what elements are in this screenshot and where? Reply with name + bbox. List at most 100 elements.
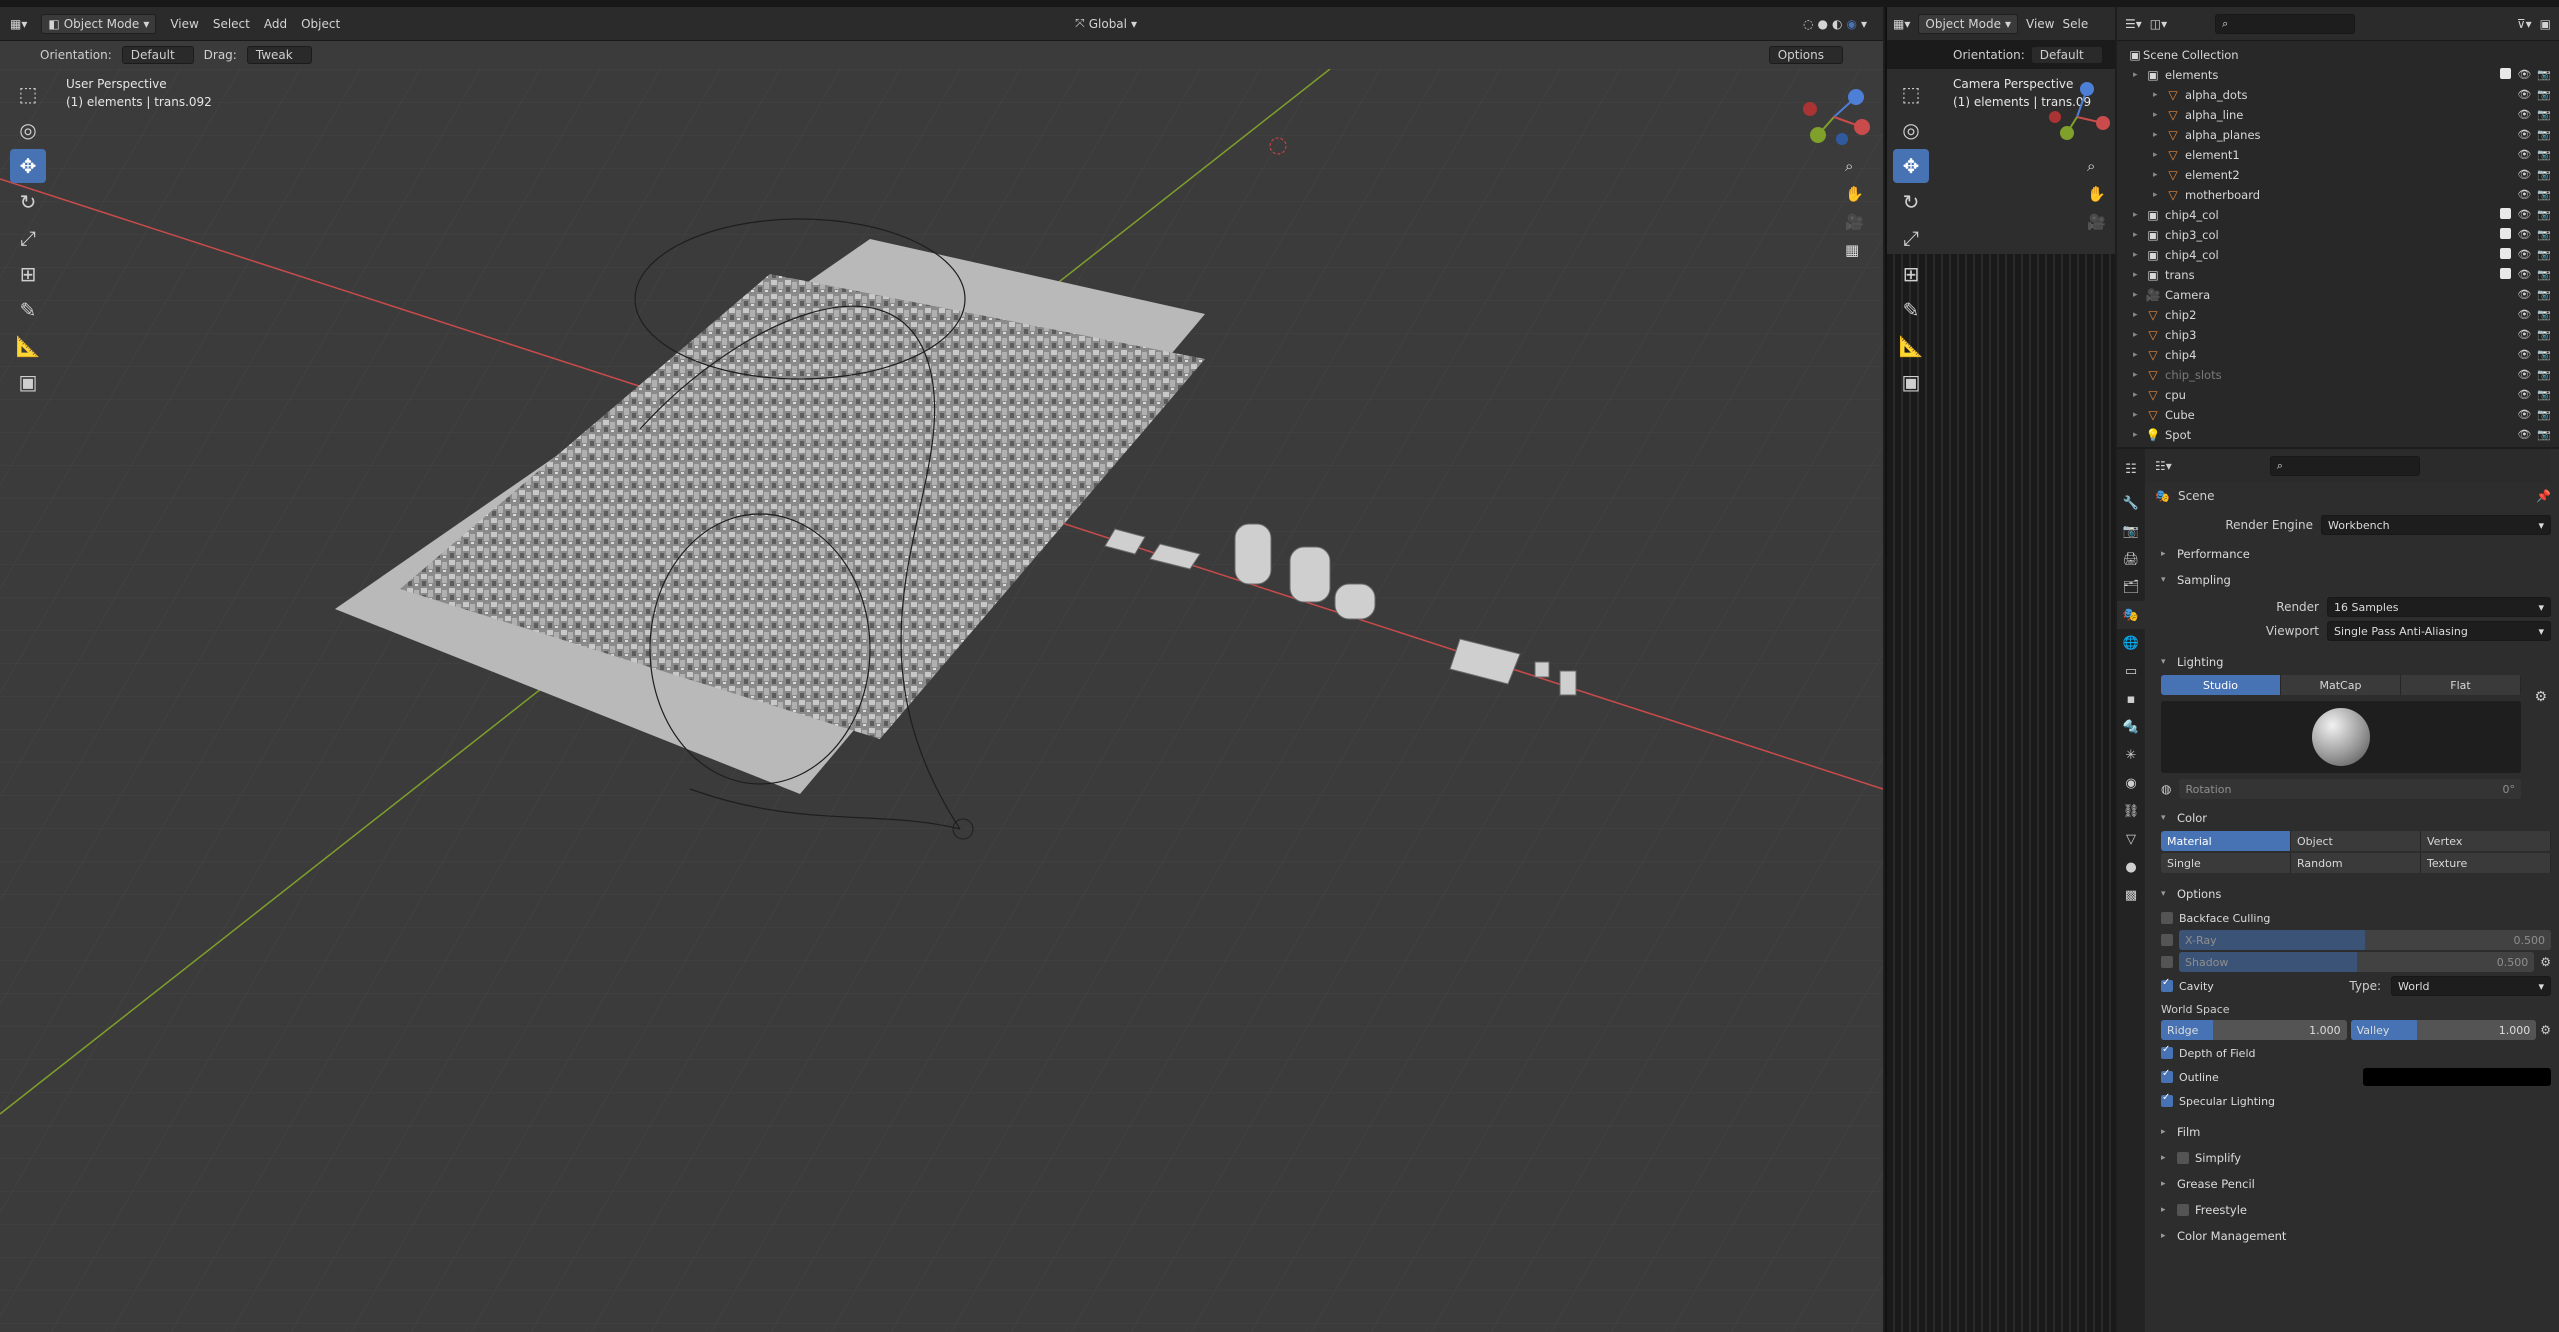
camera-menu-view[interactable]: View	[2026, 17, 2054, 31]
texture-tab-icon[interactable]: ▩	[2117, 881, 2145, 909]
expand-arrow-icon[interactable]: ▸	[2133, 290, 2145, 300]
orientation-dropdown[interactable]: Default	[121, 46, 194, 64]
color-section[interactable]: ▾ Color	[2145, 805, 2551, 831]
expand-arrow-icon[interactable]: ▸	[2133, 410, 2145, 420]
eye-icon[interactable]: 👁	[2517, 368, 2531, 381]
outliner-type-icon[interactable]: ☰▾	[2125, 17, 2142, 31]
xray-slider[interactable]: X-Ray 0.500	[2179, 930, 2551, 950]
filter-icon[interactable]: ⊽▾	[2517, 17, 2532, 31]
color-vertex-button[interactable]: Vertex	[2421, 831, 2551, 851]
freestyle-section[interactable]: ▸ Freestyle	[2145, 1197, 2551, 1223]
eye-icon[interactable]: 👁	[2517, 168, 2531, 181]
ridge-slider[interactable]: Ridge 1.000	[2161, 1020, 2347, 1040]
eye-icon[interactable]: 👁	[2517, 328, 2531, 341]
outliner-row[interactable]: ▸ ▽ alpha_dots 👁 📷	[2127, 85, 2559, 105]
pan-hand-icon[interactable]: ✋	[1845, 185, 1864, 203]
viewport-samples-dropdown[interactable]: Single Pass Anti-Aliasing ▾	[2327, 621, 2551, 641]
material-tab-icon[interactable]: ●	[2117, 853, 2145, 881]
camera-view-icon[interactable]: 🎥	[2087, 213, 2106, 231]
shadow-slider[interactable]: Shadow 0.500	[2179, 952, 2535, 972]
depth-of-field-checkbox[interactable]: Depth of Field	[2161, 1041, 2551, 1065]
sampling-section[interactable]: ▾ Sampling	[2145, 567, 2551, 593]
color-random-button[interactable]: Random	[2291, 853, 2421, 873]
eye-icon[interactable]: 👁	[2517, 288, 2531, 301]
color-single-button[interactable]: Single	[2161, 853, 2291, 873]
specular-lighting-checkbox[interactable]: Specular Lighting	[2161, 1089, 2551, 1113]
lighting-flat-button[interactable]: Flat	[2401, 675, 2521, 695]
select-tool-icon[interactable]: ⬚	[1893, 77, 1929, 111]
shadow-checkbox[interactable]	[2161, 956, 2173, 968]
outliner-row[interactable]: ▸ ▽ alpha_planes 👁 📷	[2127, 125, 2559, 145]
film-section[interactable]: ▸ Film	[2145, 1119, 2551, 1145]
outliner-row[interactable]: ▸ ▽ cpu 👁 📷	[2127, 385, 2559, 405]
camera-restrict-icon[interactable]: 📷	[2537, 388, 2551, 401]
outliner-row[interactable]: ▸ ▽ element2 👁 📷	[2127, 165, 2559, 185]
expand-arrow-icon[interactable]: ▸	[2133, 310, 2145, 320]
camera-restrict-icon[interactable]: 📷	[2537, 68, 2551, 81]
render-tab-icon[interactable]: 📷	[2117, 517, 2145, 545]
outliner-row[interactable]: ▸ ▣ chip3_col 👁 📷	[2127, 225, 2559, 245]
outliner-row[interactable]: ▸ 💡 Spot 👁 📷	[2127, 425, 2559, 445]
eye-icon[interactable]: 👁	[2517, 348, 2531, 361]
camera-restrict-icon[interactable]: 📷	[2537, 128, 2551, 141]
eye-icon[interactable]: 👁	[2517, 88, 2531, 101]
expand-arrow-icon[interactable]: ▸	[2153, 150, 2165, 160]
grid-toggle-icon[interactable]: ▦	[1845, 241, 1864, 259]
outliner-row[interactable]: ▸ ▽ chip4 👁 📷	[2127, 345, 2559, 365]
measure-tool-icon[interactable]: 📐	[10, 329, 46, 363]
zoom-icon[interactable]: ⌕	[2087, 157, 2106, 175]
editor-type-icon[interactable]: ▦▾	[1893, 17, 1910, 31]
camera-menu-select[interactable]: Sele	[2062, 17, 2088, 31]
menu-object[interactable]: Object	[301, 17, 340, 31]
camera-restrict-icon[interactable]: 📷	[2537, 188, 2551, 201]
expand-arrow-icon[interactable]: ▸	[2133, 370, 2145, 380]
exclude-checkbox[interactable]	[2500, 248, 2512, 259]
add-cube-tool-icon[interactable]: ▣	[10, 365, 46, 399]
output-tab-icon[interactable]: 🖨	[2117, 545, 2145, 573]
exclude-checkbox[interactable]	[2500, 68, 2512, 79]
camera-restrict-icon[interactable]: 📷	[2537, 348, 2551, 361]
properties-search-input[interactable]: ⌕	[2269, 456, 2420, 476]
exclude-checkbox[interactable]	[2500, 228, 2512, 239]
exclude-checkbox[interactable]	[2500, 268, 2512, 279]
xray-checkbox[interactable]	[2161, 934, 2173, 946]
camera-restrict-icon[interactable]: 📷	[2537, 288, 2551, 301]
rotate-tool-icon[interactable]: ↻	[10, 185, 46, 219]
annotate-tool-icon[interactable]: ✎	[10, 293, 46, 327]
object-tab-icon[interactable]: ▪	[2117, 685, 2145, 713]
eye-icon[interactable]: 👁	[2517, 408, 2531, 421]
expand-arrow-icon[interactable]: ▸	[2133, 230, 2145, 240]
world-tab-icon[interactable]: 🌐	[2117, 629, 2145, 657]
expand-arrow-icon[interactable]: ▸	[2133, 270, 2145, 280]
measure-tool-icon[interactable]: 📐	[1893, 329, 1929, 363]
camera-restrict-icon[interactable]: 📷	[2537, 428, 2551, 441]
camera-navigation-gizmo[interactable]	[2047, 77, 2111, 157]
gear-icon[interactable]: ⚙	[2540, 955, 2551, 969]
color-texture-button[interactable]: Texture	[2421, 853, 2551, 873]
camera-restrict-icon[interactable]: 📷	[2537, 328, 2551, 341]
valley-slider[interactable]: Valley 1.000	[2350, 1020, 2537, 1040]
render-samples-dropdown[interactable]: 16 Samples ▾	[2327, 597, 2551, 617]
pan-hand-icon[interactable]: ✋	[2087, 185, 2106, 203]
outliner-row[interactable]: ▸ ▽ chip_slots 👁 📷	[2127, 365, 2559, 385]
eye-icon[interactable]: 👁	[2517, 268, 2531, 281]
gear-icon[interactable]: ⚙	[2540, 1023, 2551, 1037]
camera-restrict-icon[interactable]: 📷	[2537, 228, 2551, 241]
eye-icon[interactable]: 👁	[2517, 388, 2531, 401]
rotate-tool-icon[interactable]: ↻	[1893, 185, 1929, 219]
color-material-button[interactable]: Material	[2161, 831, 2291, 851]
outliner-row[interactable]: ▸ ▣ chip4_col 👁 📷	[2127, 205, 2559, 225]
expand-arrow-icon[interactable]: ▸	[2153, 110, 2165, 120]
exclude-checkbox[interactable]	[2500, 208, 2512, 219]
outliner-row[interactable]: ▸ ▣ trans 👁 📷	[2127, 265, 2559, 285]
expand-arrow-icon[interactable]: ▸	[2133, 350, 2145, 360]
cavity-checkbox[interactable]: Cavity	[2161, 975, 2349, 997]
properties-menu-icon[interactable]: ☷▾	[2155, 459, 2172, 473]
navigation-gizmo[interactable]	[1796, 81, 1876, 151]
properties-type-icon[interactable]: ☷	[2117, 449, 2145, 489]
world-space-lighting-icon[interactable]: ◍	[2161, 782, 2171, 796]
expand-arrow-icon[interactable]: ▸	[2153, 170, 2165, 180]
cursor-tool-icon[interactable]: ◎	[10, 113, 46, 147]
tool-tab-icon[interactable]: 🔧	[2117, 489, 2145, 517]
outliner-row[interactable]: ▸ ▽ alpha_line 👁 📷	[2127, 105, 2559, 125]
